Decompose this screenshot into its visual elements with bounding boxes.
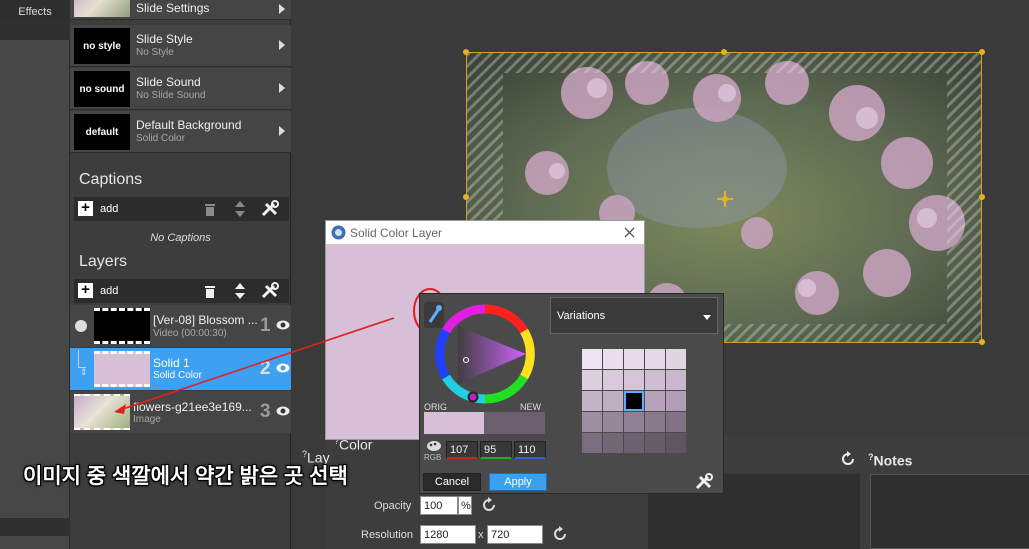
variation-swatch[interactable] — [645, 370, 665, 390]
variation-swatch[interactable] — [624, 349, 644, 369]
variation-swatch[interactable] — [624, 433, 644, 453]
variation-swatch[interactable] — [645, 412, 665, 432]
color-picker-popup: ORIG NEW RGB 107 95 110 Variations Cance… — [419, 293, 724, 494]
tools-icon[interactable] — [694, 473, 714, 491]
orig-label: ORIG — [424, 402, 448, 412]
variation-swatch[interactable] — [666, 370, 686, 390]
rgb-label: RGB — [424, 453, 442, 462]
variation-swatch[interactable] — [624, 412, 644, 432]
variation-swatch[interactable] — [603, 349, 623, 369]
variation-swatch[interactable] — [645, 349, 665, 369]
app-window: Effects Slide Settings no style Slide St… — [0, 0, 1029, 549]
variation-swatch[interactable] — [666, 412, 686, 432]
variations-selected: Variations — [557, 310, 606, 322]
variation-swatch[interactable] — [603, 433, 623, 453]
new-color-swatch — [484, 412, 545, 434]
eyedropper-icon[interactable] — [422, 300, 446, 330]
variation-swatch[interactable] — [666, 433, 686, 453]
variation-swatch[interactable] — [603, 412, 623, 432]
palette-icon — [427, 441, 441, 451]
variation-swatch[interactable] — [603, 391, 623, 411]
annotation-arrow-head — [114, 404, 126, 414]
green-input[interactable]: 95 — [480, 441, 512, 459]
variation-swatch[interactable] — [645, 391, 665, 411]
variations-dropdown[interactable]: Variations — [550, 297, 718, 334]
variation-swatch[interactable] — [603, 370, 623, 390]
color-variations-grid — [582, 349, 688, 455]
new-label: NEW — [520, 402, 541, 412]
variation-swatch[interactable] — [582, 433, 602, 453]
variation-swatch[interactable] — [582, 391, 602, 411]
variation-swatch[interactable] — [666, 391, 686, 411]
blue-input[interactable]: 110 — [514, 441, 546, 459]
variation-swatch[interactable] — [582, 370, 602, 390]
annotation-arrow-line — [119, 317, 395, 411]
orig-color-swatch[interactable] — [424, 412, 484, 434]
tutorial-annotation: 이미지 중 색깔에서 약간 밝은 곳 선택 — [23, 465, 348, 488]
variation-swatch[interactable] — [582, 349, 602, 369]
variation-swatch[interactable] — [582, 412, 602, 432]
variation-swatch[interactable] — [645, 433, 665, 453]
cancel-button[interactable]: Cancel — [423, 473, 481, 491]
variation-swatch[interactable] — [666, 349, 686, 369]
chevron-down-icon — [703, 315, 711, 320]
selected-variation-swatch[interactable] — [624, 391, 644, 411]
apply-button[interactable]: Apply — [489, 473, 547, 491]
variation-swatch[interactable] — [624, 370, 644, 390]
red-input[interactable]: 107 — [446, 441, 478, 459]
